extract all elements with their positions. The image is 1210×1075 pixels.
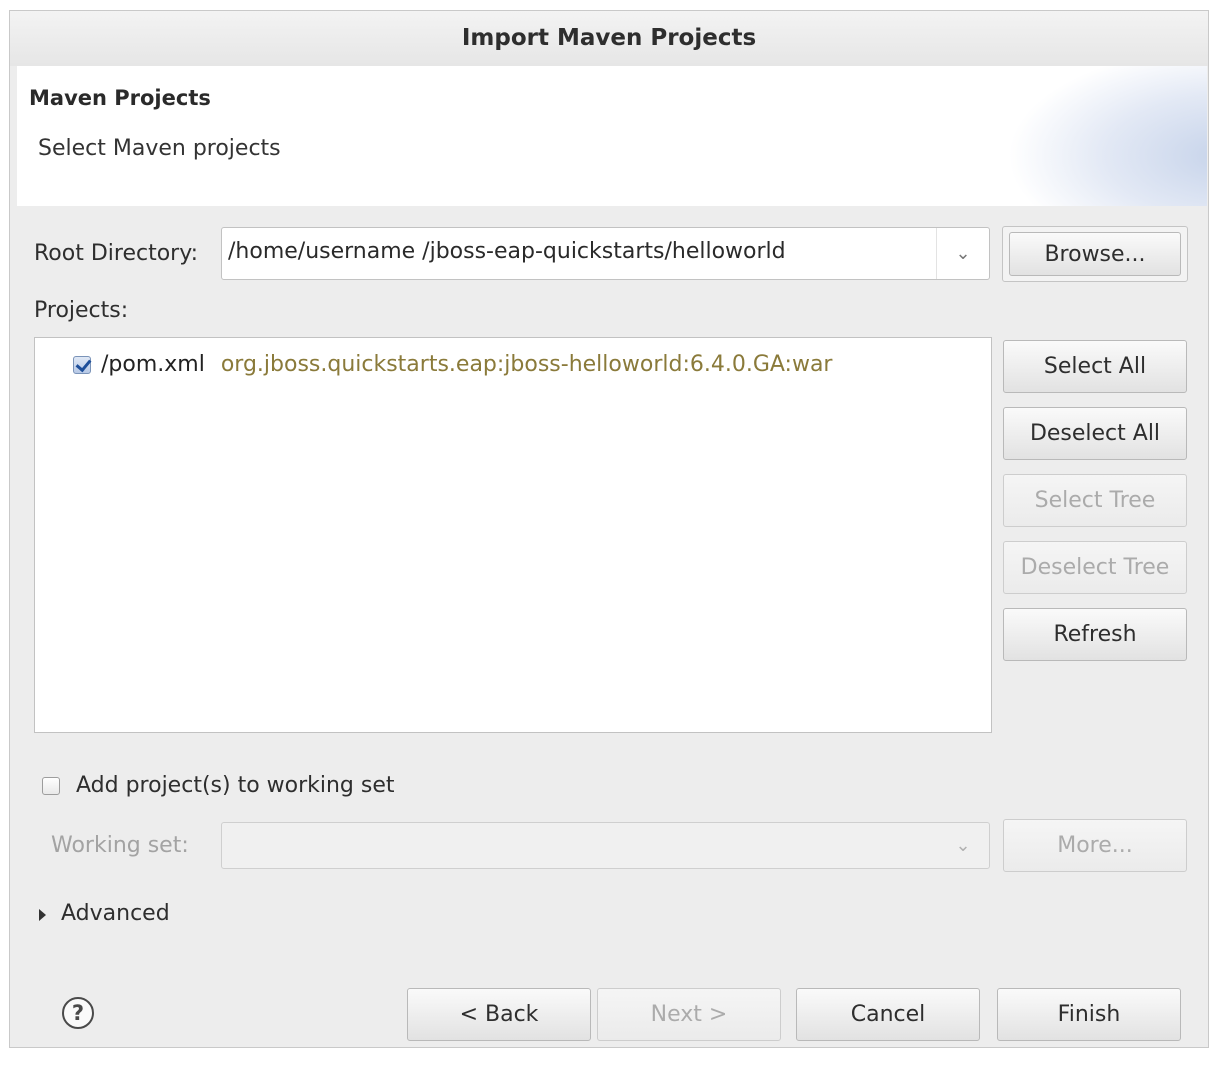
add-to-working-set-checkbox[interactable] (42, 777, 60, 795)
tree-item[interactable]: /pom.xml org.jboss.quickstarts.eap:jboss… (73, 352, 832, 377)
projects-tree[interactable]: /pom.xml org.jboss.quickstarts.eap:jboss… (34, 337, 992, 733)
projects-label: Projects: (34, 298, 129, 323)
page-title: Maven Projects (29, 86, 211, 110)
select-tree-button[interactable]: Select Tree (1003, 474, 1187, 527)
wizard-header: Maven Projects Select Maven projects (17, 66, 1207, 206)
select-all-button[interactable]: Select All (1003, 340, 1187, 393)
back-button[interactable]: < Back (407, 988, 591, 1041)
project-coordinates: org.jboss.quickstarts.eap:jboss-hellowor… (220, 352, 833, 377)
working-set-combo[interactable]: ⌄ (221, 822, 990, 869)
finish-button[interactable]: Finish (997, 988, 1181, 1041)
browse-button-frame: Browse... (1002, 226, 1188, 282)
chevron-down-icon[interactable]: ⌄ (936, 228, 989, 279)
deselect-all-button[interactable]: Deselect All (1003, 407, 1187, 460)
browse-button[interactable]: Browse... (1009, 232, 1181, 276)
deselect-tree-button[interactable]: Deselect Tree (1003, 541, 1187, 594)
chevron-down-icon[interactable]: ⌄ (937, 823, 989, 868)
window-title: Import Maven Projects (10, 11, 1208, 66)
refresh-button[interactable]: Refresh (1003, 608, 1187, 661)
cancel-button[interactable]: Cancel (796, 988, 980, 1041)
root-directory-value[interactable]: /home/username /jboss-eap-quickstarts/he… (228, 239, 786, 264)
working-set-label: Working set: (51, 833, 189, 858)
page-description: Select Maven projects (38, 136, 281, 161)
project-file: /pom.xml (101, 352, 205, 377)
import-maven-projects-dialog: Import Maven Projects Maven Projects Sel… (9, 10, 1209, 1048)
advanced-section-toggle[interactable]: Advanced (61, 901, 170, 926)
triangle-right-icon[interactable] (39, 909, 46, 921)
checkmark-icon[interactable] (73, 355, 91, 374)
root-directory-label: Root Directory: (34, 241, 199, 266)
add-to-working-set-label[interactable]: Add project(s) to working set (76, 773, 395, 798)
root-directory-combo[interactable]: /home/username /jboss-eap-quickstarts/he… (221, 227, 990, 280)
help-icon[interactable]: ? (62, 997, 94, 1029)
next-button[interactable]: Next > (597, 988, 781, 1041)
more-button[interactable]: More... (1003, 819, 1187, 872)
header-decoration (1007, 66, 1207, 206)
